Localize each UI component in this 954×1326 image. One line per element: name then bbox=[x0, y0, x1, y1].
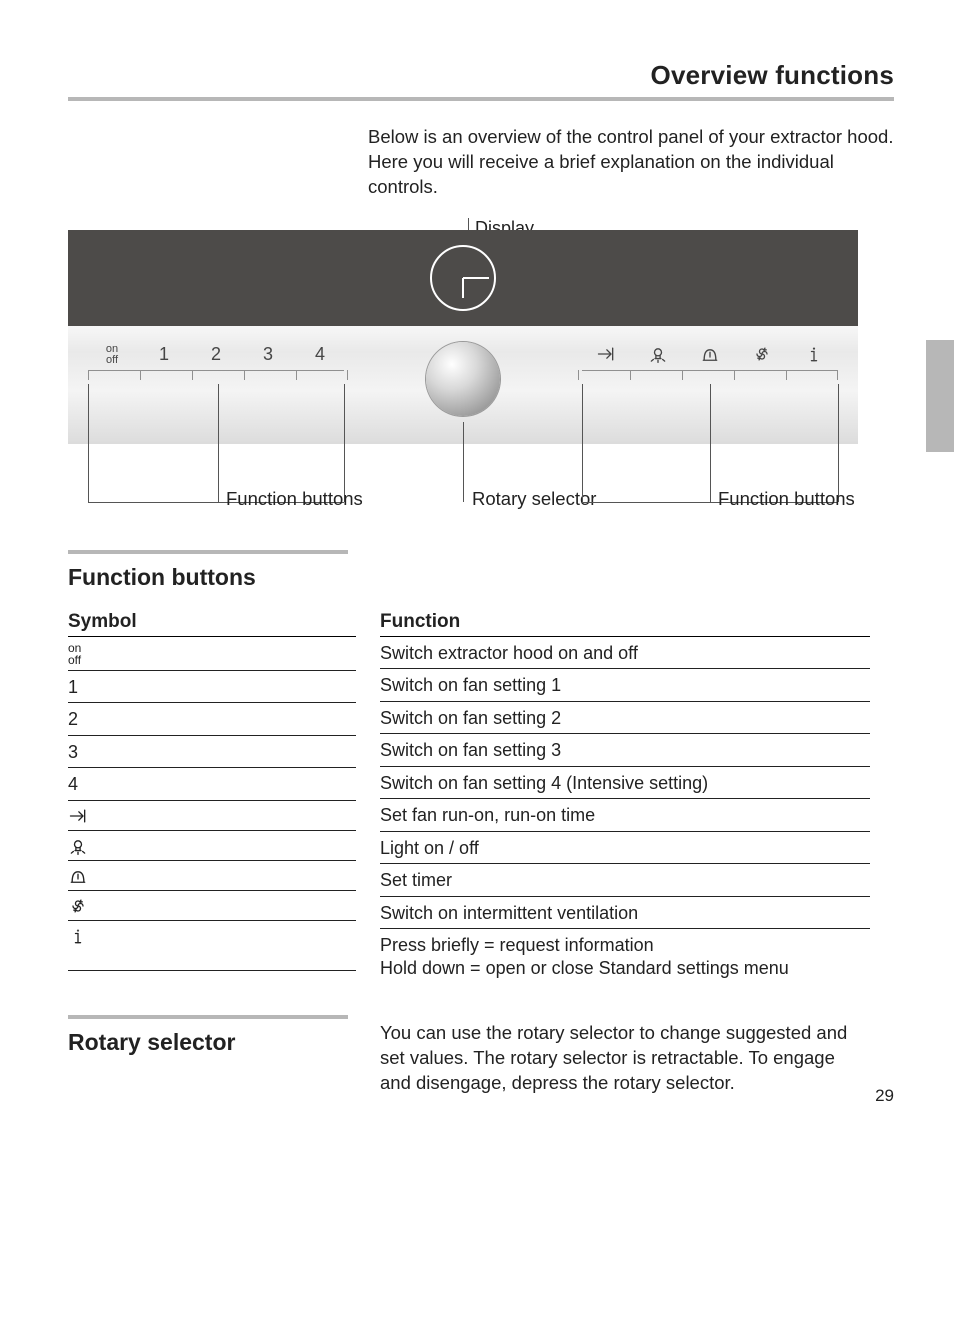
fan-2-button[interactable]: 2 bbox=[190, 344, 242, 366]
table-row: Switch extractor hood on and off bbox=[380, 637, 870, 670]
intermittent-icon bbox=[752, 344, 772, 364]
table-row: Press briefly = request information Hold… bbox=[380, 929, 870, 979]
table-row bbox=[68, 921, 356, 971]
off-label: off bbox=[68, 654, 356, 666]
rotary-selector-text: You can use the rotary selector to chang… bbox=[380, 1015, 870, 1096]
function-header: Function bbox=[380, 611, 870, 637]
section-divider bbox=[68, 550, 348, 554]
info-icon bbox=[804, 344, 824, 364]
intro-paragraph: Below is an overview of the control pane… bbox=[368, 125, 894, 200]
right-function-buttons-label: Function buttons bbox=[718, 488, 855, 510]
runon-icon bbox=[68, 806, 88, 826]
table-row bbox=[68, 801, 356, 831]
intermittent-button[interactable] bbox=[736, 344, 788, 364]
symbol-header: Symbol bbox=[68, 611, 356, 637]
table-row: Switch on fan setting 2 bbox=[380, 702, 870, 735]
timer-icon bbox=[68, 866, 88, 886]
function-buttons-table: Symbol on off 1 2 3 4 Function Switch ex… bbox=[68, 611, 894, 980]
table-row bbox=[68, 831, 356, 861]
function-buttons-heading: Function buttons bbox=[68, 564, 894, 591]
table-row: Set timer bbox=[380, 864, 870, 897]
timer-icon bbox=[700, 344, 720, 364]
off-label: off bbox=[86, 355, 138, 366]
section-divider bbox=[68, 1015, 348, 1019]
table-row bbox=[68, 891, 356, 921]
clock-icon bbox=[430, 245, 496, 311]
page-title: Overview functions bbox=[68, 60, 894, 91]
timer-button[interactable] bbox=[684, 344, 736, 364]
info-icon bbox=[68, 926, 88, 946]
left-function-buttons-label: Function buttons bbox=[226, 488, 363, 510]
page-number: 29 bbox=[875, 1086, 894, 1106]
info-button[interactable] bbox=[788, 344, 840, 364]
table-row: Switch on fan setting 4 (Intensive setti… bbox=[380, 767, 870, 800]
table-row: 2 bbox=[68, 703, 356, 736]
intermittent-icon bbox=[68, 896, 88, 916]
rotary-selector-knob[interactable] bbox=[426, 342, 500, 416]
table-row: Set fan run-on, run-on time bbox=[380, 799, 870, 832]
onoff-button[interactable]: on off bbox=[86, 344, 138, 366]
runon-button[interactable] bbox=[580, 344, 632, 364]
table-row bbox=[68, 861, 356, 891]
light-icon bbox=[68, 836, 88, 856]
rotary-callout-label: Rotary selector bbox=[472, 488, 596, 510]
fan-3-button[interactable]: 3 bbox=[242, 344, 294, 366]
table-row: Switch on fan setting 3 bbox=[380, 734, 870, 767]
light-icon bbox=[648, 344, 668, 364]
on-label: on bbox=[68, 642, 356, 654]
table-row: Switch on intermittent ventilation bbox=[380, 897, 870, 930]
control-panel-diagram: Display on off 1 2 3 4 bbox=[68, 218, 858, 514]
table-row: 3 bbox=[68, 736, 356, 769]
manual-page: Overview functions Below is an overview … bbox=[0, 0, 954, 1136]
table-row: 1 bbox=[68, 671, 356, 704]
light-button[interactable] bbox=[632, 344, 684, 364]
table-row: on off bbox=[68, 637, 356, 671]
header-divider bbox=[68, 97, 894, 101]
table-row: Switch on fan setting 1 bbox=[380, 669, 870, 702]
display-panel bbox=[68, 230, 858, 326]
runon-icon bbox=[596, 344, 616, 364]
fan-4-button[interactable]: 4 bbox=[294, 344, 346, 366]
rotary-selector-heading: Rotary selector bbox=[68, 1029, 356, 1056]
fan-1-button[interactable]: 1 bbox=[138, 344, 190, 366]
table-row: 4 bbox=[68, 768, 356, 801]
table-row: Light on / off bbox=[380, 832, 870, 865]
